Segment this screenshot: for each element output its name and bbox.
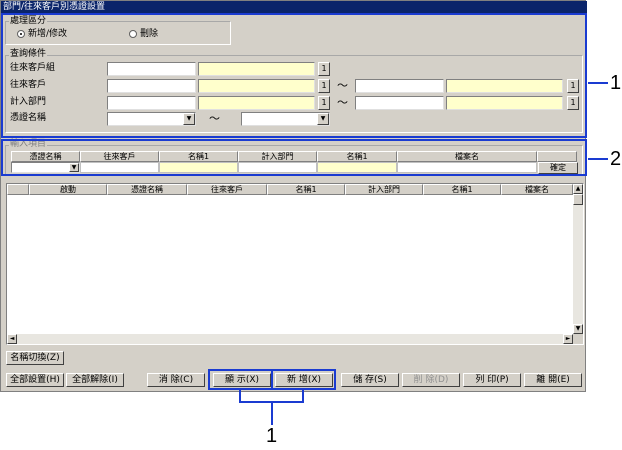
grid-header-name1[interactable]: 名稱1: [267, 184, 345, 195]
close-button[interactable]: 離 開(E): [524, 373, 582, 387]
scroll-left-icon[interactable]: ◄: [7, 334, 17, 344]
voucher-grid[interactable]: 啟動 憑證名稱 往來客戶 名稱1 計入部門 名稱1 檔案名 ▲ ▼ ◄ ►: [6, 183, 584, 345]
scroll-down-icon[interactable]: ▼: [573, 324, 583, 334]
save-button[interactable]: 儲 存(S): [341, 373, 399, 387]
select-all-button[interactable]: 全部設置(H): [6, 373, 64, 387]
grid-header-active[interactable]: 啟動: [29, 184, 107, 195]
grid-vertical-scrollbar[interactable]: ▲ ▼: [573, 184, 583, 334]
name-switch-button[interactable]: 名稱切換(Z): [6, 351, 64, 365]
callout-line-2: [588, 158, 608, 160]
grid-header-department[interactable]: 計入部門: [345, 184, 423, 195]
highlight-region-2: [1, 139, 587, 176]
grid-header-rownum: [7, 184, 29, 195]
highlight-region-1: [1, 13, 587, 138]
callout-line-1: [588, 82, 608, 84]
grid-horizontal-scrollbar[interactable]: ◄ ►: [7, 334, 573, 344]
window-title: 部門/往來客戶別憑證設置: [1, 1, 587, 13]
callout-number-1-bottom: 1: [266, 425, 278, 447]
clear-button[interactable]: 消 除(C): [147, 373, 205, 387]
clear-all-button[interactable]: 全部解除(I): [66, 373, 124, 387]
grid-header-name1-2[interactable]: 名稱1: [423, 184, 501, 195]
highlight-divider: [271, 370, 273, 389]
grid-header-voucher[interactable]: 憑證名稱: [107, 184, 187, 195]
scroll-up-icon[interactable]: ▲: [573, 184, 583, 194]
grid-header-filename[interactable]: 檔案名: [501, 184, 573, 195]
print-button[interactable]: 列 印(P): [463, 373, 521, 387]
grid-header-customer[interactable]: 往來客戶: [187, 184, 267, 195]
delete-button[interactable]: 削 除(D): [402, 373, 460, 387]
scroll-thumb[interactable]: [573, 194, 583, 205]
scroll-right-icon[interactable]: ►: [563, 334, 573, 344]
bracket-stem: [271, 401, 273, 425]
callout-number-2: 2: [610, 148, 622, 170]
grid-scroll-corner: [573, 334, 583, 344]
callout-number-1: 1: [610, 72, 622, 94]
